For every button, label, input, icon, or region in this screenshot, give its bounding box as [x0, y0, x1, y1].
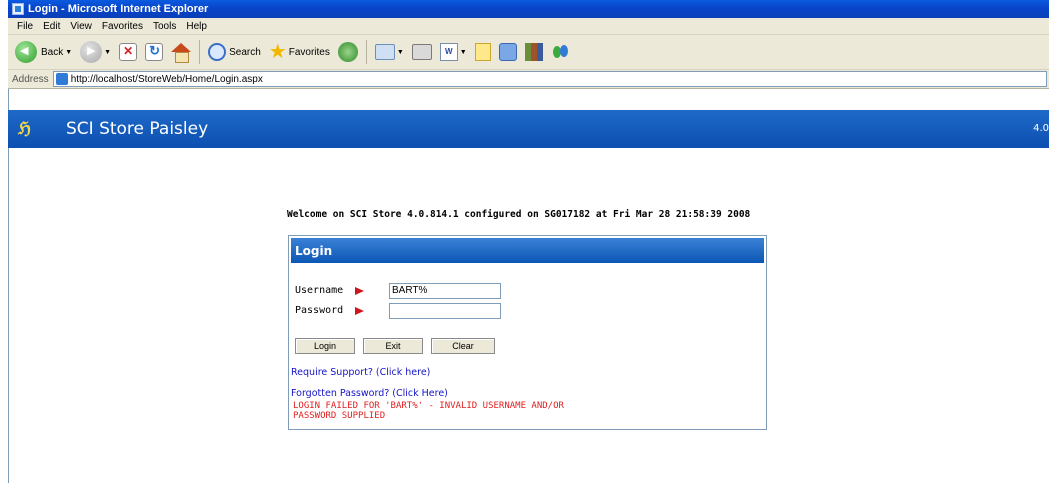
- search-icon: [208, 43, 227, 61]
- favorites-button[interactable]: ★ Favorites: [266, 39, 333, 65]
- forgot-password-link[interactable]: Forgotten Password? (Click Here): [291, 388, 448, 399]
- app-header: ℌ SCI Store Paisley 4.0: [8, 110, 1049, 148]
- search-label: Search: [229, 46, 261, 58]
- password-label: Password: [295, 305, 344, 316]
- print-icon: [411, 44, 432, 60]
- toolbar: Back ▼ ▼ Search ★ Favorites ▼ W ▼: [8, 35, 1049, 70]
- back-button[interactable]: Back ▼: [12, 39, 75, 65]
- media-icon: [337, 42, 358, 62]
- msn-icon: [551, 43, 571, 61]
- welcome-message: Welcome on SCI Store 4.0.814.1 configure…: [287, 209, 751, 220]
- refresh-icon: [145, 43, 164, 61]
- forward-arrow-icon: [80, 41, 103, 63]
- messenger-icon: [498, 43, 517, 61]
- stop-icon: [119, 43, 138, 61]
- address-input[interactable]: http://localhost/StoreWeb/Home/Login.asp…: [52, 71, 1047, 87]
- books-icon: [524, 43, 543, 61]
- menu-file[interactable]: File: [12, 21, 38, 32]
- mail-button[interactable]: ▼: [372, 39, 407, 65]
- toolbar-separator: [365, 40, 367, 64]
- media-button[interactable]: [335, 39, 361, 65]
- login-panel: Login Username Password Login Exit Clear…: [288, 235, 767, 430]
- note-icon: [474, 43, 491, 61]
- error-message: LOGIN FAILED FOR 'BART%' - INVALID USERN…: [293, 401, 564, 421]
- edit-button[interactable]: W ▼: [437, 39, 470, 65]
- address-label: Address: [12, 73, 49, 85]
- stop-button[interactable]: [116, 39, 140, 65]
- ie-page-icon: [12, 3, 24, 15]
- chevron-down-icon: ▼: [459, 48, 467, 56]
- menu-favorites[interactable]: Favorites: [97, 21, 148, 32]
- chevron-down-icon: ▼: [396, 48, 404, 56]
- home-icon: [171, 43, 192, 63]
- password-input[interactable]: [389, 302, 501, 319]
- chevron-down-icon: ▼: [65, 48, 73, 56]
- exit-button[interactable]: Exit: [363, 338, 423, 354]
- search-button[interactable]: Search: [205, 39, 264, 65]
- toolbar-separator: [199, 40, 201, 64]
- address-url: http://localhost/StoreWeb/Home/Login.asp…: [70, 73, 263, 85]
- back-arrow-icon: [15, 41, 37, 63]
- star-icon: ★: [268, 41, 287, 63]
- login-panel-header: Login: [291, 238, 764, 263]
- menu-edit[interactable]: Edit: [38, 21, 65, 32]
- username-row: Username: [295, 282, 501, 299]
- favorites-label: Favorites: [288, 46, 330, 58]
- app-version: 4.0: [1033, 123, 1049, 134]
- title-bar: Login - Microsoft Internet Explorer: [8, 0, 1049, 18]
- forward-button[interactable]: ▼: [77, 39, 114, 65]
- sci-store-logo-icon: ℌ: [18, 119, 31, 139]
- menu-bar: File Edit View Favorites Tools Help: [8, 18, 1049, 35]
- username-label: Username: [295, 285, 344, 296]
- refresh-button[interactable]: [142, 39, 166, 65]
- page-icon: [55, 73, 68, 85]
- chevron-down-icon: ▼: [104, 48, 112, 56]
- notes-button[interactable]: [472, 39, 494, 65]
- username-input[interactable]: [389, 282, 501, 299]
- research-button[interactable]: [522, 39, 546, 65]
- mail-icon: [374, 44, 395, 60]
- login-button[interactable]: Login: [295, 338, 355, 354]
- menu-view[interactable]: View: [65, 21, 97, 32]
- menu-tools[interactable]: Tools: [148, 21, 181, 32]
- msn-button[interactable]: [548, 39, 574, 65]
- window-title: Login - Microsoft Internet Explorer: [28, 3, 209, 15]
- password-row: Password: [295, 302, 501, 319]
- back-label: Back: [41, 46, 64, 58]
- clear-button[interactable]: Clear: [431, 338, 495, 354]
- print-button[interactable]: [409, 39, 435, 65]
- menu-help[interactable]: Help: [181, 21, 212, 32]
- required-arrow-icon: [355, 306, 364, 315]
- app-title: SCI Store Paisley: [66, 119, 209, 139]
- required-arrow-icon: [355, 286, 364, 295]
- support-link[interactable]: Require Support? (Click here): [291, 367, 430, 378]
- address-bar: Address http://localhost/StoreWeb/Home/L…: [8, 70, 1049, 89]
- messenger-button[interactable]: [496, 39, 520, 65]
- home-button[interactable]: [168, 39, 194, 65]
- word-icon: W: [439, 43, 458, 61]
